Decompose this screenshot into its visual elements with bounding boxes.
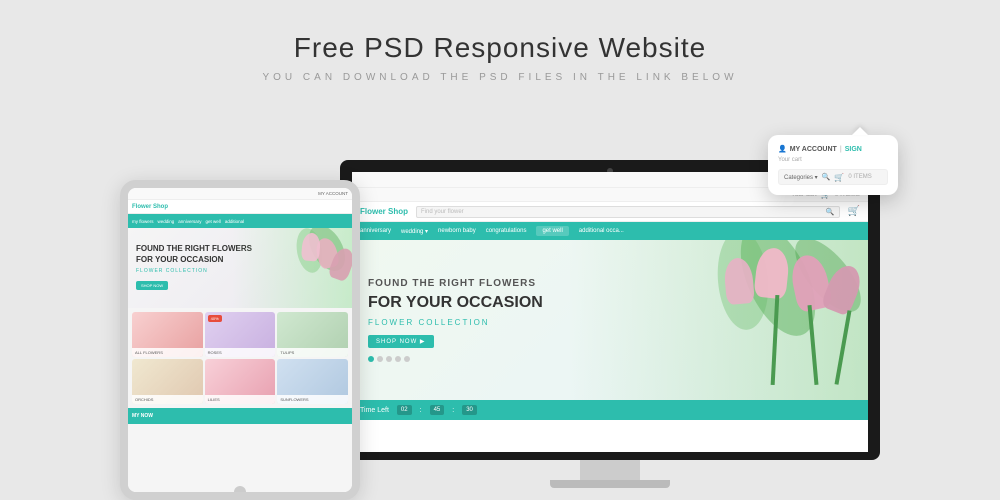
tablet-menu-item-4[interactable]: get well [206, 219, 221, 224]
website-mockup: 👤 MY ACCOUNT | SIGN Your cart 🛒 0 ITEMS [352, 172, 868, 452]
dot-1[interactable] [368, 356, 374, 362]
search-placeholder: Find your flower [421, 209, 464, 215]
popup-bubble: 👤 MY ACCOUNT | SIGN Your cart Categories… [768, 135, 898, 195]
tablet-hero-cta[interactable]: SHOP NOW [136, 281, 168, 290]
site-hero: FOUND THE RIGHT FLOWERS FOR YOUR OCCASIO… [352, 240, 868, 400]
monitor-device: 👤 MY ACCOUNT | SIGN Your cart 🛒 0 ITEMS [340, 160, 880, 500]
subtitle: YOU CAN DOWNLOAD THE PSD FILES IN THE LI… [0, 72, 1000, 83]
popup-cart-label: Your cart [778, 157, 888, 163]
site-logo[interactable]: Flower Shop [360, 207, 408, 216]
menu-item-newborn[interactable]: newborn baby [438, 228, 476, 234]
tablet-product-3-label: TULIPS [277, 348, 348, 357]
tablet-menu-item-2[interactable]: wedding [158, 219, 175, 224]
tablet-product-1[interactable]: ALL FLOWERS [132, 312, 203, 357]
timer-sep-2: : [452, 407, 454, 414]
menu-item-anniversary[interactable]: anniversary [360, 228, 391, 234]
popup-user-icon: 👤 [778, 145, 787, 153]
header: Free PSD Responsive Website YOU CAN DOWN… [0, 0, 1000, 83]
dot-5[interactable] [404, 356, 410, 362]
tablet-logo: Flower Shop [132, 204, 168, 210]
tablet-account-label: MY ACCOUNT [318, 191, 348, 196]
tablet-product-5-label: LILIES [205, 395, 276, 404]
search-bar[interactable]: Find your flower 🔍 [416, 206, 840, 218]
sale-badge-1: 40% [208, 315, 222, 322]
dot-4[interactable] [395, 356, 401, 362]
monitor-screen: 👤 MY ACCOUNT | SIGN Your cart 🛒 0 ITEMS [352, 172, 868, 452]
popup-search-icon[interactable]: 🔍 [822, 173, 831, 181]
popup-divider: | [840, 146, 842, 153]
lower-collection-text: FLOWER COLLECTION [368, 318, 490, 327]
tablet-product-2-label: ROSES [205, 348, 276, 357]
tablet-nav: Flower Shop [128, 200, 352, 214]
site-nav: Flower Shop Find your flower 🔍 🛒 [352, 202, 868, 222]
monitor-stand [580, 460, 640, 480]
hero-cta-button[interactable]: SHOP NOW ▶ [368, 335, 434, 348]
popup-cart-icon[interactable]: 🛒 [834, 173, 844, 182]
hero-pagination-dots [368, 356, 543, 362]
page-background: Free PSD Responsive Website YOU CAN DOWN… [0, 0, 1000, 500]
tablet-product-4-label: ORCHIDS [132, 395, 203, 404]
search-icon[interactable]: 🔍 [826, 208, 835, 216]
popup-categories-label[interactable]: Categories ▾ [784, 174, 818, 181]
menu-item-getwell[interactable]: get well [536, 226, 568, 236]
tablet-website: MY ACCOUNT Flower Shop my flowers weddin… [128, 188, 352, 492]
hero-content: FOUND THE RIGHT FLOWERS FOR YOUR OCCASIO… [352, 266, 559, 374]
menu-item-additional[interactable]: additional occa... [579, 228, 624, 234]
popup-account-row: 👤 MY ACCOUNT | SIGN [778, 145, 888, 153]
popup-items-count: 0 ITEMS [848, 174, 871, 180]
popup-signin[interactable]: SIGN [845, 146, 862, 153]
tablet-my-now-label: MY NOW [132, 413, 153, 419]
menu-item-wedding[interactable]: wedding ▾ [401, 228, 428, 235]
timer-minutes: 45 [430, 405, 445, 415]
site-menu: anniversary wedding ▾ newborn baby congr… [352, 222, 868, 240]
timer-hours: 02 [397, 405, 412, 415]
tablet-product-2[interactable]: 40% ROSES [205, 312, 276, 357]
tablet-product-3[interactable]: TULIPS [277, 312, 348, 357]
tablet-topbar: MY ACCOUNT [128, 188, 352, 200]
monitor-base [550, 480, 670, 488]
hero-pretitle: FOUND THE RIGHT FLOWERS [368, 278, 543, 289]
tablet-product-6-label: SUNFLOWERS [277, 395, 348, 404]
popup-account-label: MY ACCOUNT [790, 146, 837, 153]
tablet-product-4[interactable]: ORCHIDS [132, 359, 203, 404]
tablet-menu: my flowers wedding anniversary get well … [128, 214, 352, 228]
tablet-menu-item-3[interactable]: anniversary [178, 219, 201, 224]
monitor-screen-border: 👤 MY ACCOUNT | SIGN Your cart 🛒 0 ITEMS [340, 160, 880, 460]
hero-collection-label: FLOWER COLLECTION [368, 318, 543, 327]
timer-label: Time Left [360, 407, 389, 414]
tablet-product-6[interactable]: SUNFLOWERS [277, 359, 348, 404]
tablet-menu-item-1[interactable]: my flowers [132, 219, 154, 224]
menu-item-congrats[interactable]: congratulations [486, 228, 527, 234]
hero-title: FOR YOUR OCCASION [368, 293, 543, 314]
tablet-inner: MY ACCOUNT Flower Shop my flowers weddin… [128, 188, 352, 492]
timer-sep-1: : [420, 407, 422, 414]
timer-seconds: 30 [462, 405, 477, 415]
main-title: Free PSD Responsive Website [0, 32, 1000, 64]
tablet-product-1-label: ALL FLOWERS [132, 348, 203, 357]
cart-nav-icon[interactable]: 🛒 [848, 206, 860, 217]
devices-container: MY ACCOUNT Flower Shop my flowers weddin… [120, 140, 880, 500]
tablet-products-grid: ALL FLOWERS 40% ROSES TULIPS ORCHIDS [128, 308, 352, 408]
tablet-bottom-bar: MY NOW [128, 408, 352, 424]
dot-3[interactable] [386, 356, 392, 362]
popup-search-row: Categories ▾ 🔍 🛒 0 ITEMS [778, 169, 888, 185]
timer-section: Time Left 02 : 45 : 30 [352, 400, 868, 420]
tablet-menu-item-5[interactable]: additional [225, 219, 244, 224]
tablet-device: MY ACCOUNT Flower Shop my flowers weddin… [120, 180, 360, 500]
tablet-hero: FOUND THE RIGHT FLOWERSFOR YOUR OCCASION… [128, 228, 352, 308]
dot-2[interactable] [377, 356, 383, 362]
tablet-product-5[interactable]: LILIES [205, 359, 276, 404]
